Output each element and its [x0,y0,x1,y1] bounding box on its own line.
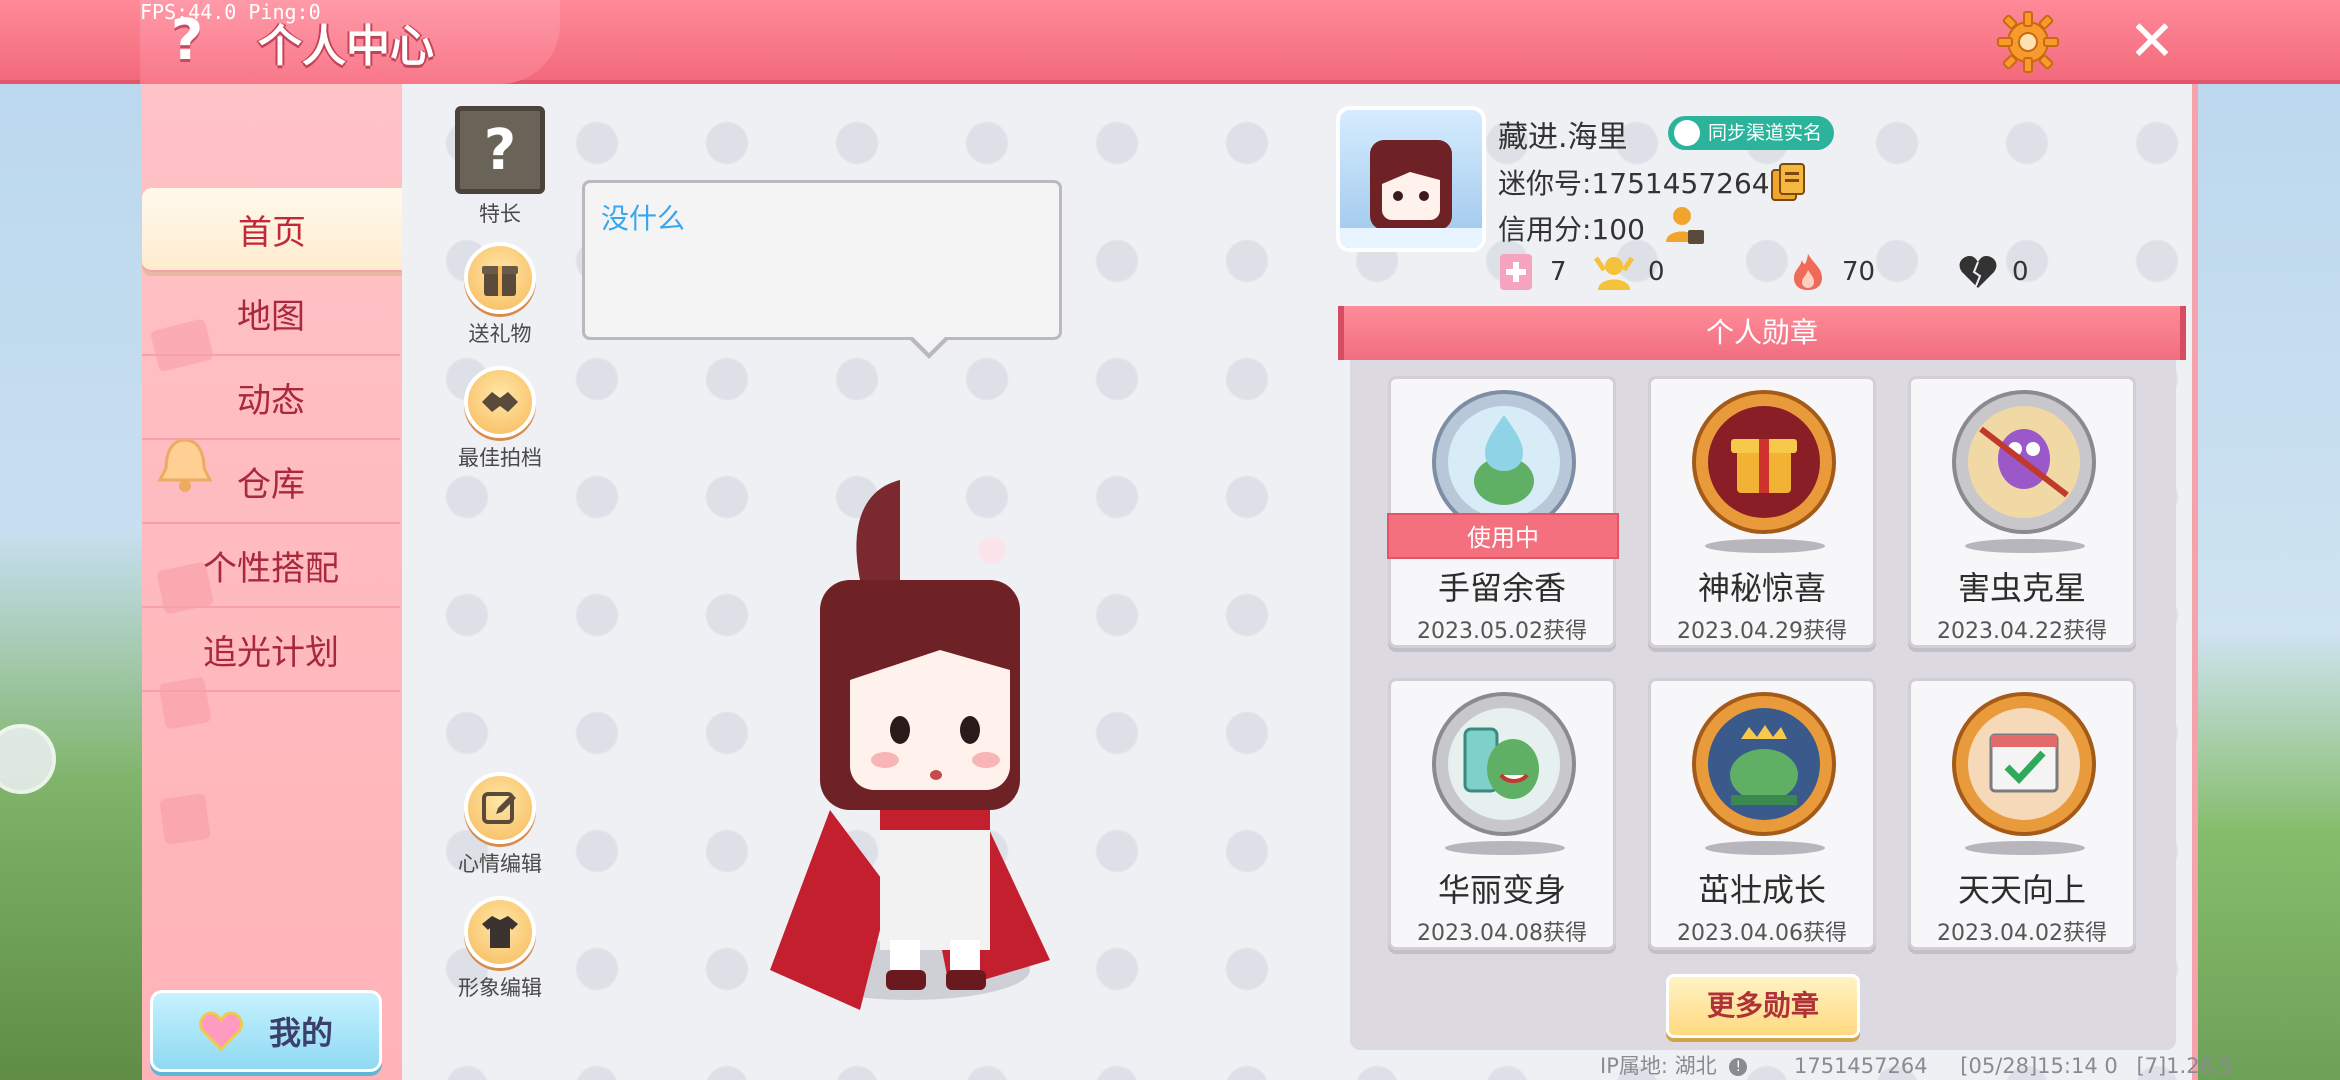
username: 藏进.海里 [1498,120,1628,155]
medal-date: 2023.04.02获得 [1937,921,2107,946]
medal-daily-progress-icon [1952,692,2096,836]
medal-card[interactable]: 天天向上 2023.04.02获得 [1908,678,2136,950]
stat-collect[interactable]: 7 [1496,252,1567,292]
avatar-portrait [1340,140,1482,248]
medal-date: 2023.05.02获得 [1417,619,1587,644]
top-bar: FPS:44.0 Ping:0 ? 个人中心 ✕ [0,0,2340,84]
best-partner-label: 最佳拍档 [458,446,542,470]
fan-person-icon [1594,256,1634,290]
stat-value: 0 [1648,257,1665,287]
page-title: 个人中心 [258,21,434,72]
flame-icon [1794,254,1822,290]
heart-icon [199,1011,243,1051]
medal-pest-buster-icon [1952,390,2096,534]
medal-date: 2023.04.08获得 [1417,921,1587,946]
mood-edit-button[interactable]: 心情编辑 [450,772,550,878]
info-icon[interactable]: ! [1729,1058,1748,1076]
sidebar-item-label: 地图 [237,296,305,337]
stat-fans[interactable]: 0 [1594,252,1665,292]
ip-location: IP属地: 湖北 [1600,1054,1717,1078]
image-edit-button[interactable]: 形象编辑 [450,896,550,1002]
my-button[interactable]: 我的 [150,990,382,1072]
medal-name: 害虫克星 [1957,569,2086,607]
shirt-icon [482,916,518,948]
sidebar-item-outfit[interactable]: 个性搭配 [142,524,400,608]
edit-icon [482,792,516,824]
credit-person-icon[interactable] [1664,204,1706,246]
stat-value: 70 [1842,257,1876,287]
footer-info: IP属地: 湖北 ! 1751457264 [05/28]15:14 0 [7]… [1600,1050,2233,1080]
credit-score: 信用分:100 [1498,213,1645,246]
gear-icon [1997,11,2059,73]
sidebar-item-light-plan[interactable]: 追光计划 [142,608,400,692]
broken-heart-icon [1959,256,1997,288]
question-box-icon: ? [455,106,545,194]
medal-card[interactable]: 神秘惊喜 2023.04.29获得 [1648,376,1876,648]
bookmark-plus-icon [1500,254,1532,290]
medal-date: 2023.04.22获得 [1937,619,2107,644]
sidebar-item-label: 个性搭配 [203,548,339,589]
copy-icon[interactable] [1770,162,1808,202]
sidebar-item-label: 首页 [238,212,306,253]
more-medals-button[interactable]: 更多勋章 [1666,974,1860,1038]
handshake-icon [482,392,518,412]
stat-value: 7 [1550,257,1567,287]
background-left [0,84,142,1080]
speech-tail [907,334,951,359]
footer-version: [7]1.26.5 [2136,1054,2233,1078]
medal-date: 2023.04.29获得 [1677,619,1847,644]
help-button[interactable]: ? [158,6,216,76]
medal-name: 华丽变身 [1437,871,1566,909]
sidebar-item-map[interactable]: 地图 [142,272,400,356]
medal-mystery-surprise-icon [1692,390,1836,534]
send-gift-button[interactable]: 送礼物 [450,242,550,348]
settings-button[interactable] [1996,10,2060,74]
medal-name: 茁壮成长 [1697,871,1826,909]
medal-name: 手留余香 [1437,569,1566,607]
send-gift-label: 送礼物 [468,322,532,346]
specialty-label: 特长 [479,202,521,226]
sidebar-item-label: 动态 [237,380,305,421]
sidebar-item-label: 仓库 [237,464,305,505]
footer-id: 1751457264 [1793,1054,1928,1078]
medal-card[interactable]: 华丽变身 2023.04.08获得 [1388,678,1616,950]
medal-date: 2023.04.06获得 [1677,921,1847,946]
sidebar-item-feed[interactable]: 动态 [142,356,400,440]
medal-thriving-growth-icon [1692,692,1836,836]
plan-deco-icon [159,793,211,845]
mood-edit-label: 心情编辑 [458,852,542,876]
medal-card[interactable]: 使用中 手留余香 2023.05.02获得 [1387,376,1619,648]
gift-icon [482,266,518,296]
sidebar-item-warehouse[interactable]: 仓库 [142,440,400,524]
mini-id: 迷你号:1751457264 [1498,167,1770,200]
sidebar-item-home[interactable]: 首页 [142,188,402,272]
medal-gorgeous-transform-icon [1432,692,1576,836]
in-use-badge: 使用中 [1387,513,1619,559]
image-edit-label: 形象编辑 [458,976,542,1000]
player-character[interactable] [700,470,1120,1050]
close-button[interactable]: ✕ [2124,14,2180,70]
stat-dislike[interactable]: 0 [1958,252,2029,292]
sidebar: 首页 地图 动态 仓库 个性搭配 追光计划 [142,84,402,1080]
specialty-button[interactable]: ? 特长 [450,106,550,228]
medal-name: 天天向上 [1957,871,2086,909]
stat-popularity[interactable]: 70 [1788,252,1875,292]
footer-timestamp: [05/28]15:14 0 [1960,1054,2118,1078]
medal-section-header: 个人勋章 [1338,306,2186,360]
best-partner-button[interactable]: 最佳拍档 [450,366,550,472]
background-right [2198,84,2340,1080]
mood-text: 没什么 [601,202,686,235]
my-button-label: 我的 [268,1014,333,1052]
sidebar-item-label: 追光计划 [203,632,339,673]
mood-speech-bubble[interactable]: 没什么 [582,180,1062,359]
medal-card[interactable]: 茁壮成长 2023.04.06获得 [1648,678,1876,950]
medal-name: 神秘惊喜 [1697,569,1826,607]
realname-badge[interactable]: 同步渠道实名 [1668,116,1835,150]
stat-value: 0 [2012,257,2029,287]
avatar[interactable] [1336,106,1486,252]
medal-card[interactable]: 害虫克星 2023.04.22获得 [1908,376,2136,648]
